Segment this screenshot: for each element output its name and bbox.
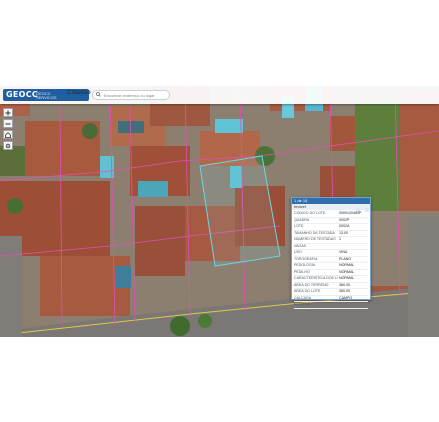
attribute-label: VAGAS (294, 243, 307, 248)
attribute-label: ESQUINA (294, 302, 311, 306)
attribute-label: PEDOLOGIA (294, 263, 316, 267)
attribute-label: CÓDIGO DO LOTE (294, 211, 326, 215)
map-app: GEOCC GEOCC SERVICOS Cidadão Encontrar e… (0, 86, 439, 337)
attribute-value: 13.00 (339, 230, 348, 235)
zoom-out-icon (5, 123, 11, 125)
search-placeholder: Encontrar endereço ou lugar (104, 93, 155, 98)
parcel-info-popup: 1 de 15 Imóvel CÓDIGO DO LOTE 0009120484P… (291, 197, 371, 309)
attribute-value: NORMAL (339, 269, 355, 274)
popup-title: 1 de 15 (294, 198, 308, 203)
attribute-value: 1 (339, 237, 341, 241)
app-name: Cidadão (67, 90, 91, 96)
attribute-label: CALÇADA (294, 295, 311, 300)
attribute-label: NÚMERO DE TESTADAS (294, 237, 336, 241)
attribute-row: ESQUINA (294, 302, 368, 309)
logo-text: GEOCC (6, 90, 39, 99)
home-button[interactable] (3, 130, 13, 139)
attribute-label: QUADRA (294, 217, 310, 222)
zoom-in-button[interactable] (3, 108, 13, 117)
attribute-value: 360.00 (339, 282, 350, 287)
attribute-label: LOTE (294, 224, 304, 228)
locate-button[interactable] (3, 141, 13, 150)
attribute-list: CÓDIGO DO LOTE 0009120484P QUADRA 0002P LOTE… (292, 210, 370, 309)
attribute-value: 0009120484P (339, 211, 362, 215)
attribute-value: VINA (339, 250, 348, 254)
attribute-label: TOPOGRAFIA (294, 256, 318, 261)
locate-icon (5, 143, 11, 149)
map-tools (3, 108, 13, 152)
attribute-value: NORMAL (339, 263, 355, 267)
attribute-value: CAMPO (339, 295, 353, 300)
search-input[interactable]: Encontrar endereço ou lugar (92, 90, 170, 100)
attribute-value: PLANO (339, 256, 352, 261)
attribute-label: PEDILHO (294, 269, 310, 274)
aerial-map[interactable] (0, 86, 439, 337)
search-icon (96, 92, 101, 97)
zoom-out-button[interactable] (3, 119, 13, 128)
attribute-label: ÁREA DO LOTE (294, 289, 321, 293)
zoom-in-icon (5, 110, 11, 116)
attribute-value: 0002A (339, 224, 350, 228)
attribute-label: ÁREA DO TERRENO (294, 282, 329, 287)
home-icon (5, 132, 11, 138)
popup-header: 1 de 15 (292, 198, 370, 212)
attribute-label: CARACTERÍSTICA DOS LIMITES (294, 276, 338, 280)
subbrand-text: GEOCC SERVICOS (36, 91, 57, 100)
attribute-value: 360.00 (339, 289, 350, 293)
attribute-label: USO (294, 250, 302, 254)
attribute-label: TAMANHO DA TESTADA (294, 230, 335, 235)
attribute-value: NORMAL (339, 276, 355, 280)
top-bar: GEOCC GEOCC SERVICOS Cidadão Encontrar e… (0, 86, 439, 104)
attribute-value: 0002P (339, 217, 350, 222)
